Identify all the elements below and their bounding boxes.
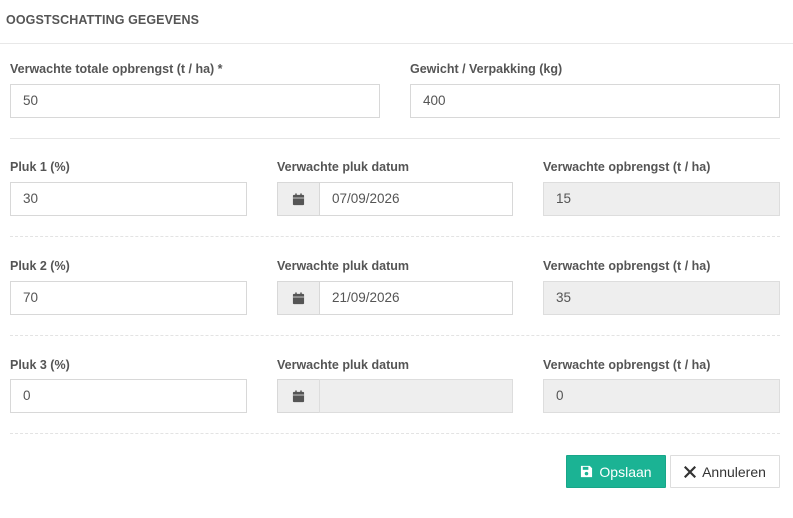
- weight-per-package-input[interactable]: 400: [410, 84, 780, 118]
- section-title: OOGSTSCHATTING GEGEVENS: [6, 13, 200, 27]
- pick-3-percentage-label: Pluk 3 (%): [10, 358, 70, 372]
- calendar-icon[interactable]: [277, 281, 319, 315]
- pick-3-date-input: [319, 379, 513, 413]
- pick-2-yield-value: 35: [543, 281, 780, 315]
- pick-1-date-label: Verwachte pluk datum: [277, 160, 409, 174]
- section-header: OOGSTSCHATTING GEGEVENS: [0, 0, 793, 44]
- calendar-icon[interactable]: [277, 182, 319, 216]
- calendar-icon: [277, 379, 319, 413]
- close-icon: [684, 465, 697, 478]
- total-yield-input[interactable]: 50: [10, 84, 380, 118]
- pick-1-date-input[interactable]: 07/09/2026: [319, 182, 513, 216]
- pick-3-yield-label: Verwachte opbrengst (t / ha): [543, 358, 711, 372]
- pick-3-date-label: Verwachte pluk datum: [277, 358, 409, 372]
- cancel-button[interactable]: Annuleren: [670, 455, 780, 488]
- pick-3-yield-value: 0: [543, 379, 780, 413]
- pick-2-date-input[interactable]: 21/09/2026: [319, 281, 513, 315]
- pick-1-date-picker[interactable]: 07/09/2026: [277, 182, 513, 216]
- pick-2-yield-label: Verwachte opbrengst (t / ha): [543, 259, 711, 273]
- weight-per-package-label: Gewicht / Verpakking (kg): [410, 62, 563, 76]
- divider: [10, 335, 780, 336]
- pick-1-percentage-input[interactable]: 30: [10, 182, 247, 216]
- divider: [10, 138, 780, 139]
- pick-2-percentage-label: Pluk 2 (%): [10, 259, 70, 273]
- pick-2-date-picker[interactable]: 21/09/2026: [277, 281, 513, 315]
- total-yield-label: Verwachte totale opbrengst (t / ha) *: [10, 62, 223, 76]
- floppy-disk-icon: [580, 465, 593, 478]
- cancel-label: Annuleren: [702, 463, 766, 480]
- pick-1-percentage-label: Pluk 1 (%): [10, 160, 70, 174]
- pick-3-percentage-input[interactable]: 0: [10, 379, 247, 413]
- pick-2-date-label: Verwachte pluk datum: [277, 259, 409, 273]
- pick-3-date-picker: [277, 379, 513, 413]
- divider: [10, 236, 780, 237]
- pick-2-percentage-input[interactable]: 70: [10, 281, 247, 315]
- save-button[interactable]: Opslaan: [566, 455, 666, 488]
- divider: [10, 433, 780, 434]
- pick-1-yield-value: 15: [543, 182, 780, 216]
- save-label: Opslaan: [599, 463, 652, 480]
- pick-1-yield-label: Verwachte opbrengst (t / ha): [543, 160, 711, 174]
